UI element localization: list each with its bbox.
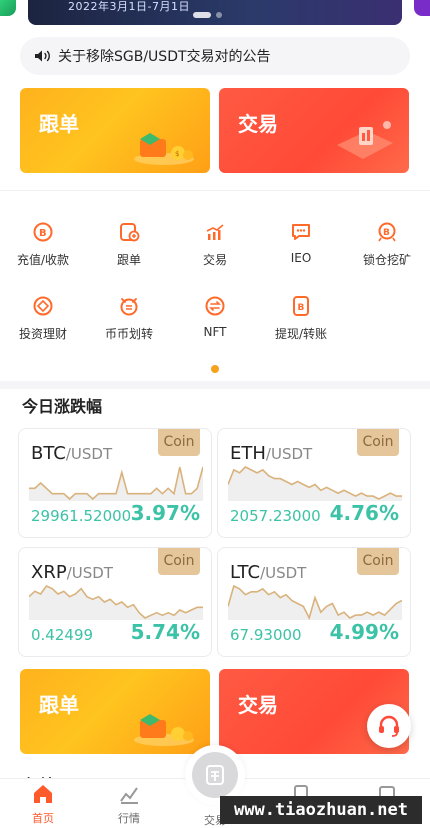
trade-banner[interactable]: 交易 xyxy=(219,88,409,173)
trade-fab-inner xyxy=(192,752,238,798)
grid-item-transfer[interactable]: 币币划转 xyxy=(86,295,172,342)
ticker-change: 3.97% xyxy=(130,501,200,525)
banner-dot xyxy=(216,12,222,18)
withdraw-icon: B xyxy=(293,296,309,316)
grid-item-deposit[interactable]: B 充值/收款 xyxy=(0,221,86,268)
ticker-change: 4.99% xyxy=(329,620,399,644)
headset-icon xyxy=(379,715,399,737)
gift-coins-icon xyxy=(134,714,194,746)
nav-market[interactable]: 行情 xyxy=(86,783,172,826)
banner-pagination xyxy=(193,12,222,18)
grid-item-trade[interactable]: 交易 xyxy=(172,221,258,268)
ticker-quote: /USDT xyxy=(66,564,113,582)
customer-support-button[interactable] xyxy=(367,704,411,748)
grid-label: 锁仓挖矿 xyxy=(362,253,411,267)
transfer-icon xyxy=(120,298,138,316)
nav-label: 行情 xyxy=(118,812,140,825)
ticker-base: XRP xyxy=(31,562,67,583)
ticker-price: 2057.23000 xyxy=(230,507,321,525)
banner-date-text: 2022年3月1日-7月1日 xyxy=(68,0,190,13)
svg-text:B: B xyxy=(298,303,305,313)
trade-chart-icon xyxy=(206,224,224,240)
svg-text:B: B xyxy=(383,228,390,238)
sparkline-chart xyxy=(29,584,203,620)
nav-label: 首页 xyxy=(32,812,54,825)
follow-order-banner-bottom[interactable]: 跟单 xyxy=(20,669,210,754)
ticker-price: 29961.52000 xyxy=(31,507,132,525)
ticker-card-ltc[interactable]: LTC/USDT Coin 67.93000 4.99% xyxy=(217,547,411,657)
ticker-pair: XRP/USDT xyxy=(31,562,113,583)
ticker-pair: LTC/USDT xyxy=(230,562,306,583)
svg-text:B: B xyxy=(39,228,47,239)
sparkline-chart xyxy=(228,584,402,620)
ticker-quote: /USDT xyxy=(260,564,307,582)
coin-badge: Coin xyxy=(357,548,399,575)
grid-label: 币币划转 xyxy=(104,327,153,341)
site-watermark: www.tiaozhuan.net xyxy=(220,796,422,824)
grid-item-investment[interactable]: 投资理财 xyxy=(0,295,86,342)
trade-label: 交易 xyxy=(238,693,278,717)
grid-item-withdraw[interactable]: B 提现/转账 xyxy=(258,295,344,342)
grid-item-nft[interactable]: NFT xyxy=(172,295,258,339)
banner-dot-active xyxy=(193,12,211,18)
nft-icon xyxy=(205,296,225,316)
app-page: { "banner": { "date_text": "2022年3月1日-7月… xyxy=(0,0,430,828)
market-chart-icon xyxy=(120,787,138,804)
ticker-price: 0.42499 xyxy=(31,626,94,644)
announcement-bar[interactable]: 关于移除SGB/USDT交易对的公告 xyxy=(20,37,410,75)
ieo-chat-icon xyxy=(292,224,310,240)
speaker-icon xyxy=(35,50,50,62)
ticker-quote: /USDT xyxy=(65,445,113,463)
grid-pagination-dot xyxy=(211,365,219,373)
ticker-price: 67.93000 xyxy=(230,626,302,644)
lock-mining-icon: B xyxy=(378,222,396,242)
section-divider xyxy=(0,381,430,389)
gift-coins-icon: $ xyxy=(134,133,194,165)
ticker-change: 4.76% xyxy=(329,501,399,525)
grid-item-follow-order[interactable]: 跟单 xyxy=(86,221,172,268)
sparkline-chart xyxy=(228,466,402,501)
ticker-change: 5.74% xyxy=(130,620,200,644)
grid-label: 投资理财 xyxy=(18,327,67,341)
follow-order-label: 跟单 xyxy=(39,693,79,717)
grid-label: 充值/收款 xyxy=(16,253,70,267)
grid-label: 交易 xyxy=(202,253,227,267)
grid-label: 跟单 xyxy=(116,253,141,267)
grid-label: IEO xyxy=(290,251,312,265)
grid-item-ieo[interactable]: IEO xyxy=(258,221,344,265)
follow-order-icon xyxy=(120,223,140,242)
coin-badge: Coin xyxy=(357,429,399,456)
ticker-quote: /USDT xyxy=(265,445,313,463)
ticker-card-eth[interactable]: ETH/USDT Coin 2057.23000 4.76% xyxy=(217,428,411,538)
svg-text:$: $ xyxy=(175,150,179,158)
grid-label: 提现/转账 xyxy=(274,327,328,341)
investment-icon xyxy=(33,296,53,316)
follow-order-banner[interactable]: 跟单 $ xyxy=(20,88,210,173)
ticker-pair: ETH/USDT xyxy=(230,443,312,464)
sparkline-chart xyxy=(29,466,203,501)
ticker-base: BTC xyxy=(31,443,66,464)
banner-prev-slide xyxy=(0,0,16,16)
grid-label: NFT xyxy=(203,325,227,339)
banner-carousel[interactable]: 2022年3月1日-7月1日 xyxy=(0,0,430,28)
nav-home[interactable]: 首页 xyxy=(0,783,86,826)
banner-next-slide xyxy=(414,0,430,16)
section-title: 今日涨跌幅 xyxy=(22,397,103,416)
ticker-base: LTC xyxy=(230,562,261,583)
announcement-text: 关于移除SGB/USDT交易对的公告 xyxy=(58,49,271,65)
coin-badge: Coin xyxy=(158,548,200,575)
ticker-card-xrp[interactable]: XRP/USDT Coin 0.42499 5.74% xyxy=(18,547,212,657)
deposit-icon: B xyxy=(33,222,53,242)
coin-badge: Coin xyxy=(158,429,200,456)
grid-item-lock-mining[interactable]: B 锁仓挖矿 xyxy=(344,221,430,268)
trade-label: 交易 xyxy=(238,112,278,136)
ticker-pair: BTC/USDT xyxy=(31,443,112,464)
phone-chart-icon xyxy=(337,121,393,159)
ticker-card-btc[interactable]: BTC/USDT Coin 29961.52000 3.97% xyxy=(18,428,212,538)
home-icon xyxy=(34,785,52,803)
quick-actions-grid: B 充值/收款 跟单 交易 IEO B 锁仓挖矿 投资理财 币币划转 NFT B… xyxy=(0,190,430,382)
ticker-base: ETH xyxy=(230,443,266,464)
follow-order-label: 跟单 xyxy=(39,112,79,136)
trade-icon xyxy=(206,765,224,785)
